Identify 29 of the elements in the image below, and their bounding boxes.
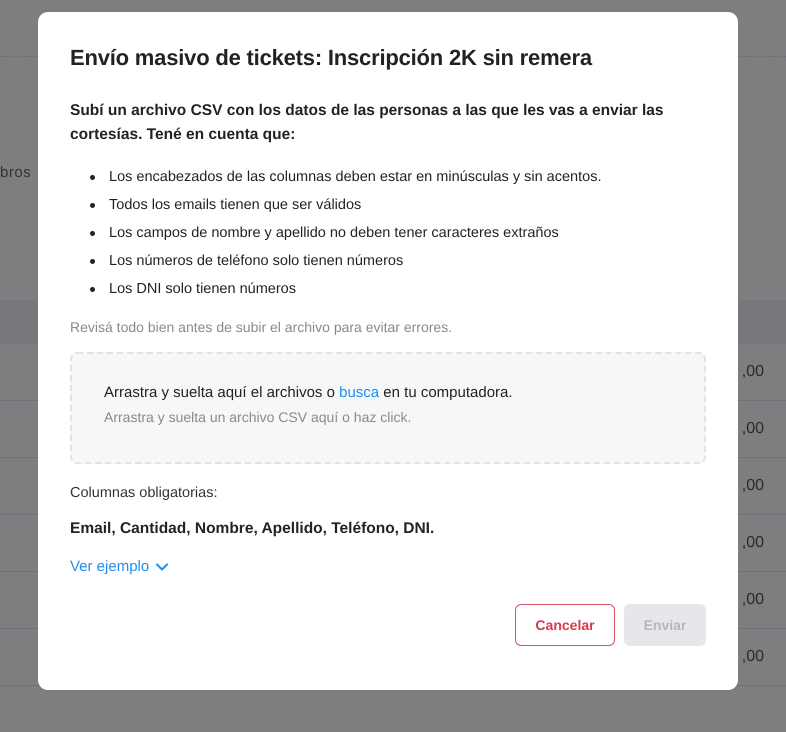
amount-cell: ,00 — [742, 420, 764, 438]
bullet-icon — [90, 286, 95, 292]
browse-link[interactable]: busca — [339, 384, 380, 401]
bullet-icon — [90, 202, 95, 208]
required-columns: Email, Cantidad, Nombre, Apellido, Teléfono, DNI. — [70, 520, 706, 538]
example-link[interactable]: Ver ejemplo — [70, 558, 170, 575]
amount-cell: ,00 — [742, 534, 764, 552]
rule-item: Los números de teléfono solo tienen números — [109, 252, 404, 271]
bullet-icon — [90, 230, 95, 236]
amount-cell: ,00 — [742, 477, 764, 495]
cancel-button[interactable]: Cancelar — [515, 604, 615, 646]
file-dropzone[interactable]: Arrastra y suelta aquí el archivos o busca en tu computadora. Arrastra y suelta un archivo CSV aquí o haz click. — [70, 352, 706, 464]
note-text: Revisá todo bien antes de subir el archivo para evitar errores. — [70, 319, 454, 335]
amount-cell: ,00 — [742, 363, 764, 381]
rule-item: Los campos de nombre y apellido no deben tener caracteres extraños — [109, 224, 559, 243]
rule-item: Todos los emails tienen que ser válidos — [109, 196, 362, 215]
required-label: Columnas obligatorias: — [70, 485, 218, 501]
amount-cell: ,00 — [742, 591, 764, 609]
amount-cell: ,00 — [742, 648, 764, 666]
intro-text: Subí un archivo CSV con los datos de las personas a las que les vas a enviar las cortesías. Tené en cuenta que: — [70, 101, 665, 145]
bullet-icon — [90, 174, 95, 180]
rule-item: Los DNI solo tienen números — [109, 280, 296, 299]
background-text: bros — [0, 164, 32, 181]
chevron-icon — [155, 562, 170, 572]
dropzone-text: Arrastra y suelta aquí el archivos o busca en tu computadora. — [104, 384, 514, 401]
dropzone-hint: Arrastra y suelta un archivo CSV aquí o haz click. — [104, 409, 412, 425]
modal-title: Envío masivo de tickets: Inscripción 2K sin remera — [70, 45, 594, 71]
rule-item: Los encabezados de las columnas deben estar en minúsculas y sin acentos. — [109, 168, 602, 187]
bullet-icon — [90, 258, 95, 264]
